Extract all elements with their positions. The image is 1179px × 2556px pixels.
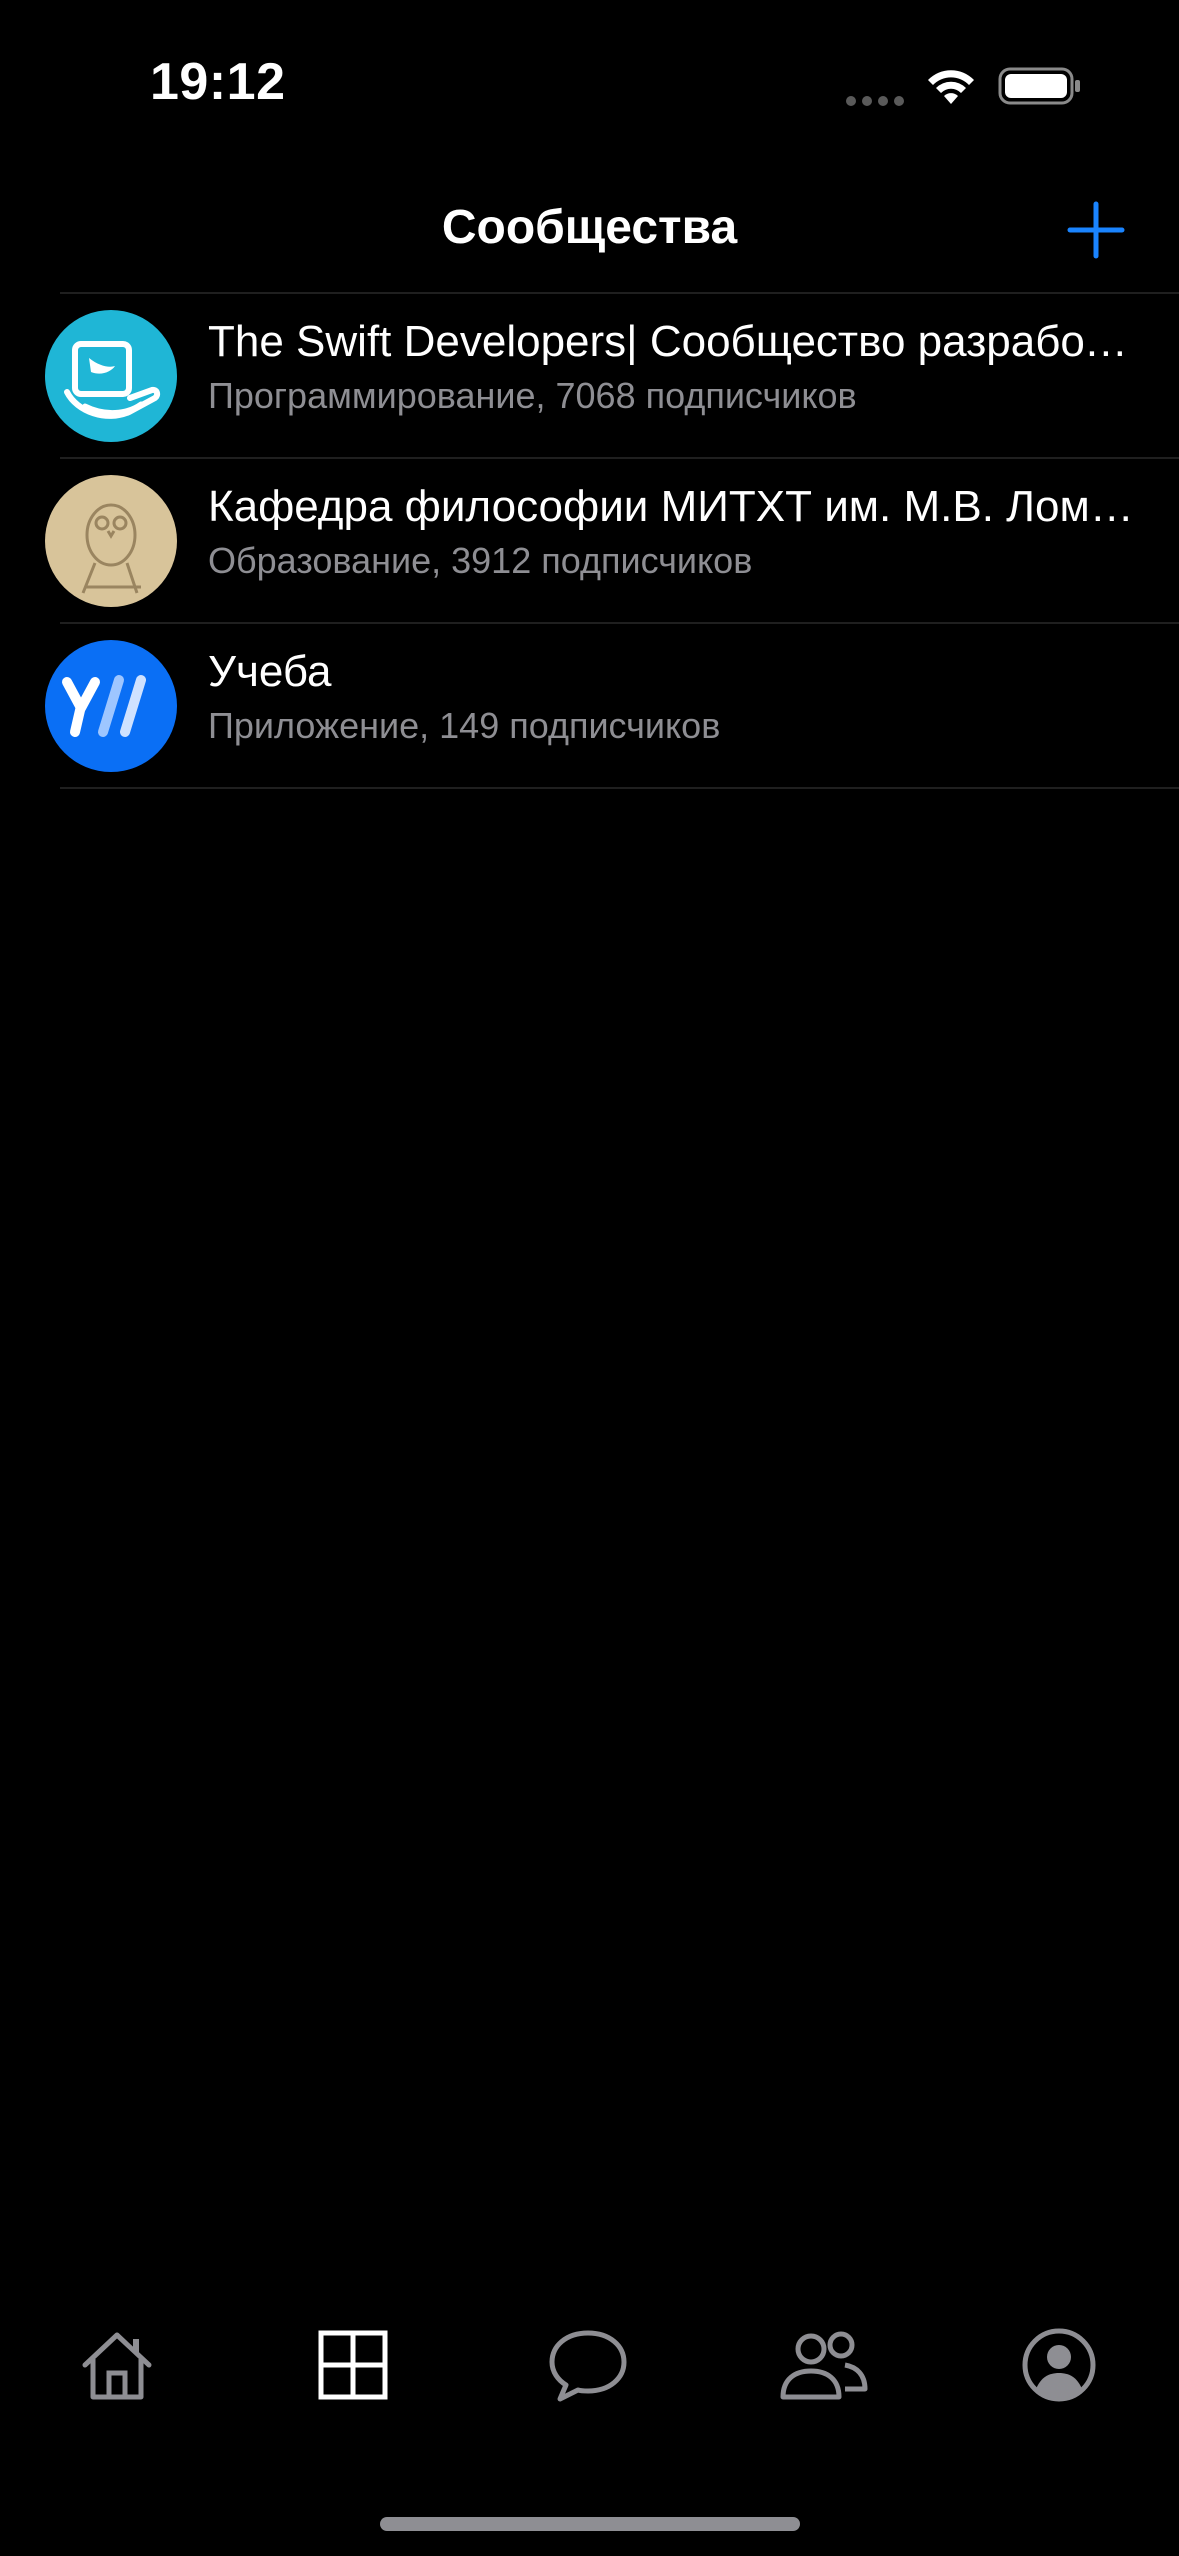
battery-icon — [998, 67, 1080, 105]
tab-bar — [0, 2290, 1179, 2450]
tab-home[interactable] — [62, 2320, 172, 2410]
community-title: Кафедра философии МИТХТ им. М.В. Ломонос… — [208, 482, 1148, 531]
community-item-swift[interactable]: The Swift Developers| Сообщество разрабо… — [0, 294, 1179, 457]
tab-friends[interactable] — [768, 2320, 878, 2410]
grid-icon — [318, 2330, 388, 2400]
wifi-icon — [928, 70, 974, 104]
add-community-button[interactable] — [1066, 200, 1126, 260]
cellular-signal-icon — [846, 96, 904, 106]
status-time: 19:12 — [150, 53, 286, 111]
ucheba-logo-avatar — [45, 640, 177, 772]
navigation-bar: Сообщества — [0, 170, 1179, 290]
home-indicator — [380, 2517, 800, 2531]
home-icon — [82, 2332, 152, 2400]
people-icon — [780, 2331, 868, 2400]
profile-icon — [1022, 2328, 1096, 2402]
page-title: Сообщества — [441, 201, 738, 254]
communities-list: The Swift Developers| Сообщество разрабо… — [0, 292, 1179, 789]
status-bar: 19:12 — [0, 0, 1179, 170]
chat-bubble-icon — [549, 2330, 627, 2402]
community-title: Учеба — [208, 647, 332, 696]
tab-communities[interactable] — [298, 2320, 408, 2410]
community-subtitle: Образование, 3912 подписчиков — [208, 540, 753, 581]
community-subtitle: Приложение, 149 подписчиков — [208, 705, 721, 746]
tab-messages[interactable] — [533, 2320, 643, 2410]
community-item-philosophy[interactable]: Кафедра философии МИТХТ им. М.В. Ломонос… — [0, 459, 1179, 622]
community-subtitle: Программирование, 7068 подписчиков — [208, 375, 857, 416]
tab-profile[interactable] — [1004, 2320, 1114, 2410]
owl-avatar — [45, 475, 177, 607]
community-title: The Swift Developers| Сообщество разрабо… — [208, 317, 1148, 366]
swift-community-avatar — [45, 310, 177, 442]
community-item-ucheba[interactable]: Учеба Приложение, 149 подписчиков — [0, 624, 1179, 787]
list-divider — [60, 787, 1179, 789]
